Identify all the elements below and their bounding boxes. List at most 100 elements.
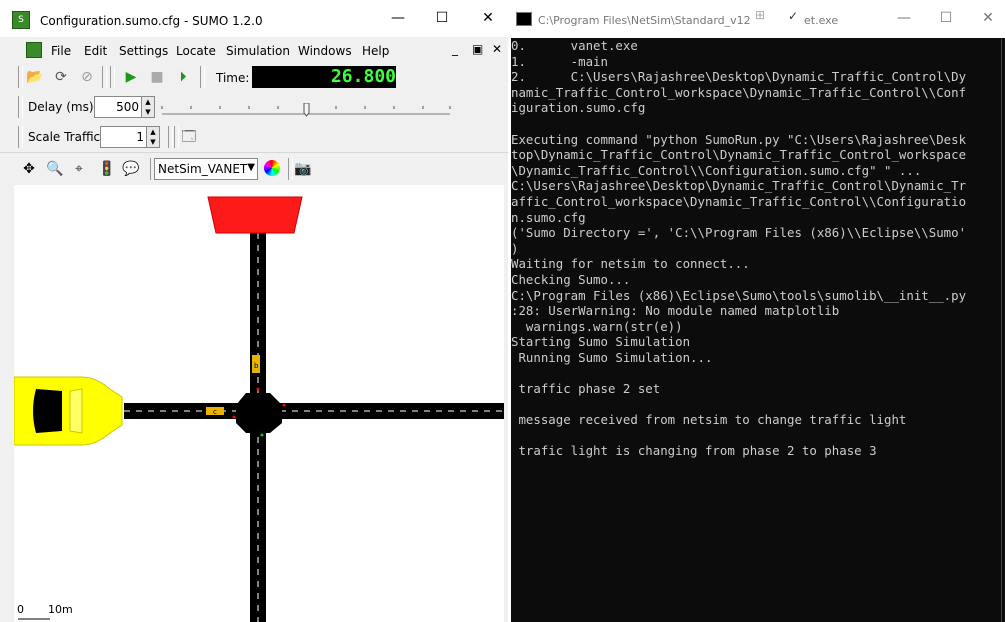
console-line: 2. C:\Users\Rajashree\Desktop\Dynamic_Tr… (511, 69, 967, 85)
console-line: Checking Sumo... (511, 271, 631, 287)
open-icon[interactable]: 📂 (26, 68, 44, 86)
console-line: iguration.sumo.cfg (511, 100, 646, 116)
step-icon[interactable]: ⏵ (174, 68, 192, 86)
console-minimize-button[interactable]: — (894, 10, 914, 26)
edit-chosen-icon[interactable]: 🗔 (180, 128, 198, 146)
console-output[interactable]: 0. vanet.exe 1. -main 2. C:\Users\Rajashre… (511, 38, 1001, 622)
vehicle-label-c: c (213, 408, 217, 416)
console-line: warnings.warn(str(e)) (511, 318, 683, 334)
chevron-down-icon: ▼ (247, 162, 255, 173)
scale-toolbar: Scale Traffic: 1 ▲ ▼ 🗔 (0, 122, 508, 153)
console-line: 0. vanet.exe (511, 38, 638, 53)
console-scrollbar[interactable] (1001, 38, 1005, 622)
close-button[interactable]: ✕ (478, 10, 498, 26)
scale-spinner[interactable]: ▲ ▼ (146, 126, 160, 148)
large-vehicle (14, 376, 123, 446)
view-toolbar: ✥ 🔍 ⌖ 🚦 💬 NetSim_VANET ▼ 📷 (14, 156, 508, 184)
tls-icon[interactable]: 🚦 (98, 160, 116, 178)
scale-label: Scale Traffic: (28, 130, 105, 144)
chevron-down-icon[interactable]: ✓ (788, 9, 798, 23)
simulation-canvas[interactable]: b c 0 10m (14, 185, 504, 622)
sumo-titlebar[interactable]: S Configuration.sumo.cfg - SUMO 1.2.0 — … (0, 0, 508, 37)
minimize-button[interactable]: — (388, 10, 408, 26)
slider-track (161, 102, 451, 117)
console-title-tail: et.exe (804, 14, 839, 27)
road-network: b c 0 10m (14, 196, 504, 622)
view-scheme-select[interactable]: NetSim_VANET ▼ (154, 158, 258, 180)
mdi-minimize-icon[interactable]: _ (452, 42, 458, 56)
window-title: Configuration.sumo.cfg - SUMO 1.2.0 (40, 14, 263, 28)
stop-icon[interactable]: ■ (148, 68, 166, 86)
poi-icon[interactable]: 💬 (122, 160, 140, 178)
toolbar-grip-delay (18, 96, 23, 118)
delay-slider[interactable] (160, 102, 452, 117)
console-line: \Dynamic_Traffic_Control\\Configuration.… (511, 162, 922, 178)
console-line: message received from netsim to change t… (511, 412, 907, 428)
console-title: C:\Program Files\NetSim\Standard_v12 (538, 14, 751, 27)
toolbar-separator-2 (110, 66, 115, 88)
menu-settings[interactable]: Settings (119, 44, 168, 58)
time-display: 26.800 (252, 66, 396, 88)
toolbar-separator (102, 66, 107, 88)
toolbar-grip-scale (18, 126, 23, 148)
close-sim-icon[interactable]: ⊘ (78, 68, 96, 86)
toolbar-separator-7 (288, 158, 293, 180)
console-line: 1. -main (511, 53, 608, 69)
console-line: traffic phase 2 set (511, 381, 661, 397)
console-maximize-button[interactable]: ☐ (936, 10, 956, 26)
app-icon (26, 42, 42, 58)
mdi-restore-icon[interactable]: ▣ (472, 42, 483, 56)
maximize-button[interactable]: ☐ (432, 10, 452, 26)
menu-file[interactable]: File (51, 44, 71, 58)
menu-locate[interactable]: Locate (176, 44, 216, 58)
locate-junction-icon[interactable]: ⌖ (70, 160, 88, 178)
recenter-icon[interactable]: ✥ (20, 160, 38, 178)
toolbar-separator-3 (200, 66, 205, 88)
console-window: C:\Program Files\NetSim\Standard_v12 ⊞ e… (508, 0, 1005, 622)
zoom-icon[interactable]: 🔍 (46, 160, 64, 178)
console-line: :28: UserWarning: No module named matplo… (511, 303, 840, 319)
console-line: namic_Traffic_Control_workspace\Dynamic_… (511, 84, 967, 100)
console-line: trafic light is changing from phase 2 to… (511, 443, 877, 459)
menu-simulation[interactable]: Simulation (226, 44, 290, 58)
horizontal-road (124, 403, 504, 419)
console-line: Waiting for netsim to connect... (511, 256, 750, 272)
screenshot-icon[interactable]: 📷 (294, 160, 312, 178)
delay-input[interactable]: 500 (94, 96, 142, 118)
console-close-button[interactable]: ✕ (978, 10, 998, 26)
console-line: Executing command "python SumoRun.py "C:… (511, 131, 967, 147)
menu-edit[interactable]: Edit (84, 44, 107, 58)
menu-bar: File Edit Settings Locate Simulation Win… (0, 38, 508, 62)
junction (236, 393, 282, 433)
time-label: Time: (216, 71, 250, 85)
scale-ten: 10m (48, 603, 73, 616)
toolbar-separator-4 (168, 126, 173, 148)
vehicle-label-b: b (254, 362, 259, 370)
console-titlebar[interactable]: C:\Program Files\NetSim\Standard_v12 ⊞ e… (508, 0, 1005, 37)
mdi-close-icon[interactable]: ✕ (492, 42, 502, 56)
delay-spinner[interactable]: ▲ ▼ (141, 96, 155, 118)
menu-help[interactable]: Help (362, 44, 389, 58)
grid-icon: ⊞ (755, 8, 766, 22)
sumo-window: S Configuration.sumo.cfg - SUMO 1.2.0 — … (0, 0, 509, 622)
toolbar-separator-5 (174, 126, 179, 148)
scale-input[interactable]: 1 (100, 126, 147, 148)
console-line: C:\Users\Rajashree\Desktop\Dynamic_Traff… (511, 178, 967, 194)
menu-windows[interactable]: Windows (298, 44, 352, 58)
console-line: top\Dynamic_Traffic_Control\Dynamic_Traf… (511, 147, 967, 163)
console-line: ('Sumo Directory =', 'C:\\Program Files … (511, 225, 967, 241)
reload-icon[interactable]: ⟳ (52, 68, 70, 86)
cmd-icon (516, 12, 532, 26)
console-line: n.sumo.cfg (511, 209, 586, 225)
console-line: ) (511, 240, 519, 256)
simulation-toolbar: 📂 ⟳ ⊘ ▶ ■ ⏵ Time: 26.800 (0, 62, 508, 93)
toolbar-grip (18, 66, 23, 88)
console-line: Starting Sumo Simulation (511, 334, 691, 350)
building-shape (207, 196, 303, 234)
console-line: C:\Program Files (x86)\Eclipse\Sumo\tool… (511, 287, 967, 303)
play-icon[interactable]: ▶ (122, 68, 140, 86)
color-wheel-icon[interactable] (264, 160, 280, 176)
